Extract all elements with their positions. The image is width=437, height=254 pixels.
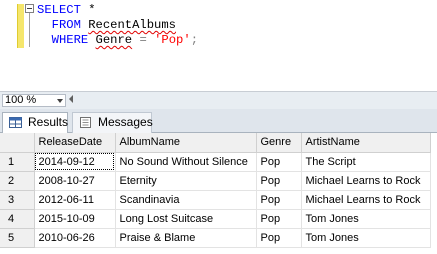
cell-artistname[interactable]: Michael Learns to Rock (301, 171, 431, 191)
zoom-value: 100 % (5, 94, 37, 106)
collapse-toggle-icon[interactable] (25, 4, 34, 13)
column-header-releasedate[interactable]: ReleaseDate (34, 133, 116, 153)
cell-genre[interactable]: Pop (256, 171, 302, 191)
results-grid[interactable]: ReleaseDate AlbumName Genre ArtistName 1… (0, 133, 437, 254)
operator: = (139, 33, 147, 47)
cell-albumname[interactable]: Praise & Blame (115, 228, 257, 248)
column-header-genre[interactable]: Genre (256, 133, 302, 153)
messages-icon (80, 117, 91, 128)
cell-albumname[interactable]: No Sound Without Silence (115, 152, 257, 172)
code-text: * (80, 3, 96, 17)
string-literal: 'Pop' (154, 33, 191, 47)
cell-genre[interactable]: Pop (256, 228, 302, 248)
cell-artistname[interactable]: Tom Jones (301, 209, 431, 229)
table-row[interactable]: 1 2014-09-12 No Sound Without Silence Po… (0, 152, 431, 172)
keyword: FROM (51, 18, 81, 32)
column-identifier: Genre (95, 33, 133, 47)
cell-albumname[interactable]: Long Lost Suitcase (115, 209, 257, 229)
cell-artistname[interactable]: Michael Learns to Rock (301, 190, 431, 210)
header-row: ReleaseDate AlbumName Genre ArtistName (0, 133, 431, 153)
table-row[interactable]: 5 2010-06-26 Praise & Blame Pop Tom Jone… (0, 228, 431, 248)
terminator: ; (190, 33, 199, 47)
query-editor[interactable]: SELECT * FROM RecentAlbums WHERE Genre =… (0, 0, 437, 91)
cell-releasedate[interactable]: 2012-06-11 (34, 190, 116, 210)
chevron-down-icon[interactable] (57, 99, 63, 103)
zoom-select[interactable]: 100 % (2, 94, 66, 107)
row-number[interactable]: 5 (0, 228, 35, 248)
cell-albumname[interactable]: Eternity (115, 171, 257, 191)
cell-releasedate[interactable]: 2010-06-26 (34, 228, 116, 248)
cell-releasedate[interactable]: 2008-10-27 (34, 171, 116, 191)
sql-code[interactable]: SELECT * FROM RecentAlbums WHERE Genre =… (37, 3, 198, 48)
keyword: WHERE (51, 33, 89, 47)
results-table: ReleaseDate AlbumName Genre ArtistName 1… (0, 133, 431, 248)
row-number[interactable]: 4 (0, 209, 35, 229)
table-row[interactable]: 2 2008-10-27 Eternity Pop Michael Learns… (0, 171, 431, 191)
cell-artistname[interactable]: The Script (301, 152, 431, 172)
cell-artistname[interactable]: Tom Jones (301, 228, 431, 248)
tab-messages-label: Messages (98, 115, 153, 129)
fold-line (29, 13, 30, 47)
zoom-bar: 100 % (0, 91, 437, 109)
keyword: SELECT (37, 3, 81, 17)
results-tabbar: Results Messages (0, 109, 437, 133)
table-row[interactable]: 3 2012-06-11 Scandinavia Pop Michael Lea… (0, 190, 431, 210)
tab-results-label: Results (28, 115, 69, 129)
tab-results[interactable]: Results (2, 112, 68, 133)
cell-albumname[interactable]: Scandinavia (115, 190, 257, 210)
tab-messages[interactable]: Messages (72, 112, 153, 133)
cell-genre[interactable]: Pop (256, 190, 302, 210)
cell-releasedate[interactable]: 2015-10-09 (34, 209, 116, 229)
table-row[interactable]: 4 2015-10-09 Long Lost Suitcase Pop Tom … (0, 209, 431, 229)
cell-genre[interactable]: Pop (256, 152, 302, 172)
table-identifier: RecentAlbums (88, 18, 176, 32)
scroll-left-arrow-icon[interactable] (69, 95, 73, 103)
cell-genre[interactable]: Pop (256, 209, 302, 229)
row-number[interactable]: 3 (0, 190, 35, 210)
column-header-artistname[interactable]: ArtistName (301, 133, 431, 153)
row-number[interactable]: 2 (0, 171, 35, 191)
change-marker (17, 4, 24, 48)
column-header-albumname[interactable]: AlbumName (115, 133, 257, 153)
cell-releasedate[interactable]: 2014-09-12 (34, 152, 116, 172)
row-number-header[interactable] (0, 133, 35, 153)
grid-icon (9, 117, 22, 128)
row-number[interactable]: 1 (0, 152, 35, 172)
